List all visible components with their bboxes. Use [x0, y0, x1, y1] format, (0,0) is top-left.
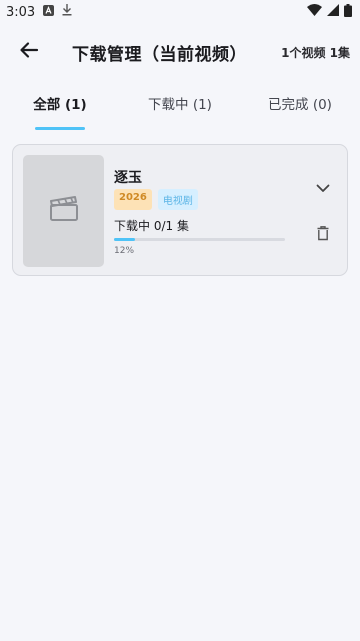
video-tags: 2026 电视剧	[114, 189, 198, 210]
a-icon	[43, 4, 55, 20]
expand-button[interactable]	[311, 175, 335, 199]
wifi-icon	[307, 4, 322, 20]
year-tag: 2026	[114, 189, 152, 210]
status-bar: 3:03	[0, 0, 360, 24]
signal-icon	[327, 4, 339, 20]
tab-label: 全部 (1)	[33, 97, 87, 113]
tab-label: 下载中 (1)	[148, 97, 212, 113]
video-title: 逐玉	[114, 170, 142, 186]
progress-fill	[114, 238, 135, 241]
chevron-down-icon	[316, 178, 330, 197]
progress-percent: 12%	[114, 246, 135, 256]
clapperboard-icon	[49, 196, 79, 226]
back-button[interactable]	[16, 39, 42, 65]
delete-button[interactable]	[311, 223, 335, 247]
tab-bar: 全部 (1) 下载中 (1) 已完成 (0)	[0, 82, 360, 132]
tab-indicator	[35, 127, 85, 130]
arrow-back-icon	[19, 40, 39, 64]
tab-downloading[interactable]: 下载中 (1)	[120, 82, 240, 132]
tab-completed[interactable]: 已完成 (0)	[240, 82, 360, 132]
battery-icon	[344, 3, 352, 21]
download-summary: 1个视频 1集	[281, 45, 350, 60]
status-time: 3:03	[6, 4, 36, 20]
top-app-bar: 下载管理（当前视频） 1个视频 1集	[0, 24, 360, 80]
tab-all[interactable]: 全部 (1)	[0, 82, 120, 132]
video-thumbnail	[23, 155, 104, 267]
tab-label: 已完成 (0)	[268, 97, 332, 113]
download-status: 下载中 0/1 集	[114, 219, 189, 233]
type-tag: 电视剧	[157, 189, 198, 210]
progress-bar	[114, 238, 285, 241]
trash-icon	[317, 225, 329, 245]
download-item-card[interactable]: 逐玉 2026 电视剧 下载中 0/1 集 12%	[12, 144, 348, 276]
download-icon	[62, 4, 72, 20]
page-title: 下载管理（当前视频）	[72, 44, 247, 65]
